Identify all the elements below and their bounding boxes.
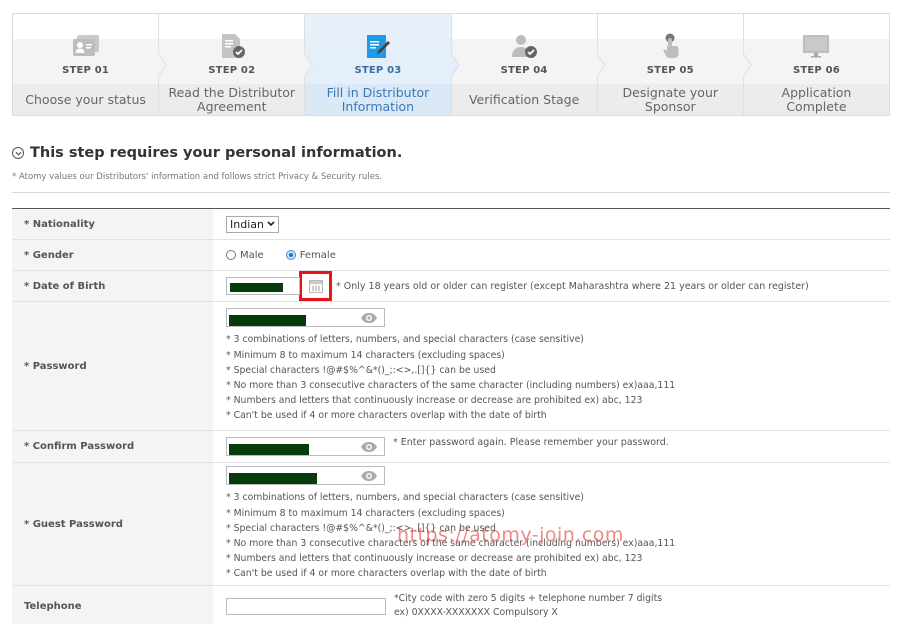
redacted-value bbox=[230, 283, 283, 292]
row-guest-password: * Guest Password * 3 combinations of let… bbox=[12, 463, 890, 586]
gender-male-radio[interactable]: Male bbox=[226, 250, 264, 261]
rule: * Special characters !@#$%^&*()_;:<>,.[]… bbox=[226, 364, 496, 376]
confirm-password-input[interactable] bbox=[226, 437, 385, 456]
telephone-note: *City code with zero 5 digits + telephon… bbox=[394, 592, 662, 620]
rule: * 3 combinations of letters, numbers, an… bbox=[226, 334, 584, 346]
redacted-value bbox=[229, 315, 306, 327]
row-date-of-birth: * Date of Birth * Only 18 years old or o… bbox=[12, 271, 890, 302]
step-number: STEP 01 bbox=[62, 65, 110, 76]
rule: * Minimum 8 to maximum 14 characters (ex… bbox=[226, 349, 505, 361]
guest-password-input[interactable] bbox=[226, 466, 385, 486]
edit-form-icon bbox=[366, 35, 390, 58]
step-number: STEP 03 bbox=[354, 65, 402, 76]
row-gender: * Gender Male Female bbox=[12, 240, 890, 271]
telephone-note-line: *City code with zero 5 digits + telephon… bbox=[394, 593, 663, 604]
row-nationality: * Nationality Indian bbox=[12, 209, 890, 240]
step-number: STEP 06 bbox=[792, 65, 840, 76]
nationality-select[interactable]: Indian bbox=[226, 215, 279, 233]
row-telephone: Telephone *City code with zero 5 digits … bbox=[12, 586, 890, 624]
guest-password-rules: * 3 combinations of letters, numbers, an… bbox=[226, 490, 675, 581]
privacy-note: * Atomy values our Distributors' informa… bbox=[12, 172, 383, 182]
step-06: STEP 06 Application Complete bbox=[743, 14, 890, 115]
gender-label: * Gender bbox=[12, 240, 213, 270]
radio-selected-icon[interactable] bbox=[285, 250, 296, 260]
rule: * Special characters !@#$%^&*()_;:<>,.[]… bbox=[226, 522, 496, 534]
row-password: * Password * 3 combinations of letters, … bbox=[12, 302, 890, 431]
calendar-highlight-box bbox=[299, 271, 332, 301]
step-label: Choose your status bbox=[25, 91, 146, 107]
rule: * Can't be used if 4 or more characters … bbox=[226, 568, 547, 580]
step-05: STEP 05 Designate your Sponsor bbox=[597, 14, 752, 115]
gender-male-label: Male bbox=[240, 249, 264, 261]
rule: * Numbers and letters that continuously … bbox=[226, 553, 643, 565]
redacted-value bbox=[229, 444, 309, 455]
password-rules: * 3 combinations of letters, numbers, an… bbox=[226, 332, 675, 423]
nationality-value: Indian bbox=[230, 217, 264, 231]
password-label: * Password bbox=[12, 302, 213, 430]
telephone-input[interactable] bbox=[226, 597, 386, 615]
step-03: STEP 03 Fill in Distributor Information bbox=[305, 14, 460, 115]
row-confirm-password: * Confirm Password * Enter password agai… bbox=[12, 431, 890, 463]
user-check-icon bbox=[512, 35, 538, 58]
dob-note: * Only 18 years old or older can registe… bbox=[336, 280, 809, 292]
confirm-password-label: * Confirm Password bbox=[12, 431, 213, 462]
nationality-label: * Nationality bbox=[12, 209, 213, 239]
rule: * Numbers and letters that continuously … bbox=[226, 395, 643, 407]
divider bbox=[12, 192, 890, 193]
redacted-value bbox=[229, 473, 317, 485]
step-number: STEP 04 bbox=[500, 65, 548, 76]
password-input[interactable] bbox=[226, 308, 385, 328]
id-card-icon bbox=[72, 35, 99, 56]
rule: * No more than 3 consecutive characters … bbox=[226, 538, 676, 549]
section-heading: This step requires your personal informa… bbox=[12, 145, 402, 161]
chevron-down-circle-icon[interactable] bbox=[12, 147, 24, 159]
step-label: Read the Distributor Agreement bbox=[168, 84, 296, 114]
gender-female-radio[interactable]: Female bbox=[285, 249, 336, 261]
radio-icon[interactable] bbox=[226, 250, 236, 260]
gender-female-label: Female bbox=[299, 249, 336, 261]
dob-input[interactable] bbox=[226, 277, 300, 295]
step-number: STEP 05 bbox=[646, 65, 694, 76]
step-01: STEP 01 Choose your status bbox=[13, 14, 168, 115]
rule: * 3 combinations of letters, numbers, an… bbox=[226, 492, 584, 504]
rule: * Minimum 8 to maximum 14 characters (ex… bbox=[226, 507, 505, 519]
chevron-down-icon bbox=[267, 221, 275, 227]
personal-info-form: * Nationality Indian * Gender Male Femal… bbox=[12, 209, 890, 624]
step-label: Application Complete bbox=[781, 84, 852, 114]
document-check-icon bbox=[221, 34, 245, 58]
eye-icon[interactable] bbox=[360, 441, 378, 453]
calendar-icon[interactable] bbox=[308, 279, 323, 293]
section-title: This step requires your personal informa… bbox=[30, 145, 403, 161]
telephone-label: Telephone bbox=[12, 586, 213, 624]
progress-stepper: STEP 01 Choose your status STEP 02 Read … bbox=[12, 13, 890, 116]
dob-label: * Date of Birth bbox=[12, 271, 213, 301]
eye-icon[interactable] bbox=[360, 312, 378, 324]
finger-tap-icon bbox=[663, 33, 679, 58]
guest-password-label: * Guest Password bbox=[12, 463, 213, 585]
step-label: Designate your Sponsor bbox=[622, 84, 719, 114]
confirm-password-note: * Enter password again. Please remember … bbox=[393, 437, 669, 448]
telephone-note-line: ex) 0XXXX-XXXXXXX Compulsory X bbox=[394, 607, 558, 618]
step-label: Fill in Distributor Information bbox=[326, 84, 430, 114]
rule: * Can't be used if 4 or more characters … bbox=[226, 410, 547, 422]
monitor-icon bbox=[803, 35, 830, 58]
step-02: STEP 02 Read the Distributor Agreement bbox=[159, 14, 314, 115]
step-number: STEP 02 bbox=[208, 65, 256, 76]
step-04: STEP 04 Verification Stage bbox=[451, 14, 606, 115]
eye-icon[interactable] bbox=[360, 470, 378, 482]
rule: * No more than 3 consecutive characters … bbox=[226, 380, 676, 391]
step-label: Verification Stage bbox=[468, 91, 580, 107]
